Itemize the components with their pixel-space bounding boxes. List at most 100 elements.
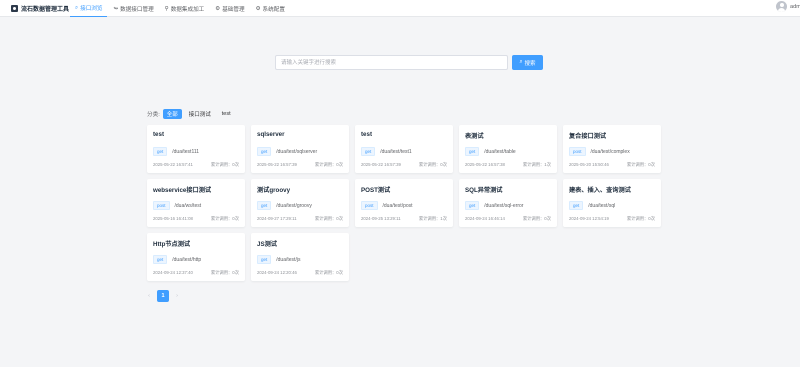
api-card-endpoint: get/dua/test/http bbox=[153, 255, 201, 264]
api-card-endpoint: get/dua/test/test1 bbox=[361, 147, 412, 156]
api-card[interactable]: JS测试 get/dua/test/js 2024-09-24 12:20:46 累计… bbox=[251, 233, 349, 281]
search-button[interactable]: ⌕ 搜索 bbox=[512, 55, 543, 70]
api-path: /dua/test/sql bbox=[588, 202, 616, 209]
api-call-count: 累计调用：0次 bbox=[314, 216, 343, 221]
search-button-label: 搜索 bbox=[524, 60, 536, 67]
nav-item-api-browse[interactable]: ⌕ 接口浏览 bbox=[70, 0, 108, 17]
next-page-button[interactable]: › bbox=[171, 290, 183, 302]
api-card-endpoint: post/dua/test/complex bbox=[569, 147, 630, 156]
api-created-time: 2025-05-16 16:41:08 bbox=[153, 216, 193, 221]
main-nav: ⌕ 接口浏览 ↬ 数据接口管理 ⚲ 数据集成加工 ⚙ 基础管理 ⚙ 系统配置 bbox=[70, 0, 291, 17]
api-call-count: 累计调用：1次 bbox=[522, 162, 551, 167]
api-card-footer: 2024-09-24 12:37:40 累计调用：0次 bbox=[153, 270, 239, 276]
api-card-endpoint: get/dua/test/js bbox=[257, 255, 300, 264]
api-card[interactable]: 建表、插入、查询测试 get/dua/test/sql 2024-09-24 12:… bbox=[563, 179, 661, 227]
api-card-title: 表测试 bbox=[465, 133, 484, 140]
api-created-time: 2024-09-24 12:37:40 bbox=[153, 270, 193, 275]
api-created-time: 2025-05-20 15:50:46 bbox=[569, 162, 609, 167]
api-card-endpoint: get/dua/test/sql bbox=[569, 201, 615, 210]
nav-item-base-manage[interactable]: ⚙ 基础管理 bbox=[210, 0, 249, 17]
api-card-title: test bbox=[153, 131, 165, 138]
nav-item-system-config[interactable]: ⚙ 系统配置 bbox=[251, 0, 290, 17]
http-method-badge: get bbox=[153, 255, 168, 264]
api-call-count: 累计调用：0次 bbox=[522, 216, 551, 221]
api-path: /dua/test/sqlserver bbox=[276, 148, 318, 155]
top-navbar: 流石数据管理工具 ⌕ 接口浏览 ↬ 数据接口管理 ⚲ 数据集成加工 ⚙ 基础管理… bbox=[0, 0, 800, 17]
api-card-title: Http节点测试 bbox=[153, 241, 191, 248]
api-card-title: sqlserver bbox=[257, 131, 285, 138]
api-card[interactable]: sqlserver get/dua/test/sqlserver 2025-05-2… bbox=[251, 125, 349, 173]
api-card[interactable]: 表测试 get/dua/test/table 2025-05-22 16:57:38… bbox=[459, 125, 557, 173]
api-path: /dua/test/table bbox=[484, 148, 516, 155]
http-method-badge: post bbox=[361, 201, 378, 210]
http-method-badge: get bbox=[465, 147, 480, 156]
api-created-time: 2024-09-25 13:29:11 bbox=[361, 216, 401, 221]
prev-page-button[interactable]: ‹ bbox=[143, 290, 155, 302]
api-path: /dua/test/js bbox=[276, 256, 301, 263]
api-call-count: 累计调用：0次 bbox=[314, 162, 343, 167]
api-card[interactable]: Http节点测试 get/dua/test/http 2024-09-24 12:3… bbox=[147, 233, 245, 281]
avatar[interactable] bbox=[776, 1, 787, 12]
page-number-current[interactable]: 1 bbox=[157, 290, 169, 302]
app-title: 流石数据管理工具 bbox=[21, 7, 70, 13]
api-card-endpoint: get/dua/test/sql-error bbox=[465, 201, 523, 210]
category-chip[interactable]: 接口测试 bbox=[185, 109, 215, 119]
api-path: /dua/test/sql-error bbox=[484, 202, 524, 209]
integration-icon: ⚲ bbox=[164, 5, 169, 12]
category-chip[interactable]: test bbox=[218, 109, 235, 119]
api-created-time: 2025-05-22 16:57:39 bbox=[257, 162, 297, 167]
api-path: /dua/test/complex bbox=[590, 148, 630, 155]
api-created-time: 2025-05-22 16:57:39 bbox=[361, 162, 401, 167]
nav-item-api-manage[interactable]: ↬ 数据接口管理 bbox=[108, 0, 158, 17]
api-created-time: 2024-09-24 12:20:46 bbox=[257, 270, 297, 275]
search-input[interactable] bbox=[275, 55, 508, 70]
api-card[interactable]: 复合接口测试 post/dua/test/complex 2025-05-20 15… bbox=[563, 125, 661, 173]
settings-icon: ⚙ bbox=[215, 5, 221, 12]
http-method-badge: get bbox=[257, 255, 272, 264]
http-method-badge: get bbox=[465, 201, 480, 210]
api-card[interactable]: test get/dua/test111 2025-05-22 16:57:41 累计… bbox=[147, 125, 245, 173]
nav-item-data-integration[interactable]: ⚲ 数据集成加工 bbox=[160, 0, 210, 17]
api-card-footer: 2025-05-22 16:57:39 累计调用：0次 bbox=[257, 162, 343, 168]
api-path: /dua/test/test1 bbox=[380, 148, 412, 155]
api-call-count: 累计调用：0次 bbox=[210, 270, 239, 275]
api-card[interactable]: 测试groovy get/dua/test/groovy 2024-09-27 17… bbox=[251, 179, 349, 227]
api-card[interactable]: POST测试 post/dua/test/post 2024-09-25 13:29… bbox=[355, 179, 453, 227]
api-card-endpoint: get/dua/test111 bbox=[153, 147, 199, 156]
nav-item-label: 数据接口管理 bbox=[120, 6, 154, 13]
api-call-count: 累计调用：0次 bbox=[210, 216, 239, 221]
api-card[interactable]: test get/dua/test/test1 2025-05-22 16:57:3… bbox=[355, 125, 453, 173]
http-method-badge: get bbox=[257, 147, 272, 156]
api-card-footer: 2025-05-16 16:41:08 累计调用：0次 bbox=[153, 216, 239, 222]
api-created-time: 2025-05-22 16:57:38 bbox=[465, 162, 505, 167]
api-card-title: 建表、插入、查询测试 bbox=[569, 187, 631, 194]
nav-item-label: 数据集成加工 bbox=[170, 6, 205, 13]
category-chip[interactable]: 全部 bbox=[162, 109, 182, 119]
http-method-badge: post bbox=[569, 147, 586, 156]
api-card-footer: 2024-09-25 13:29:11 累计调用：1次 bbox=[361, 216, 447, 222]
http-method-badge: get bbox=[361, 147, 376, 156]
api-created-time: 2025-05-22 16:57:41 bbox=[153, 162, 193, 167]
nav-item-label: 基础管理 bbox=[222, 6, 245, 13]
search-icon: ⌕ bbox=[75, 4, 79, 11]
api-card[interactable]: webservice接口测试 post/dua/ws/test 2025-05-16… bbox=[147, 179, 245, 227]
api-card-endpoint: get/dua/test/table bbox=[465, 147, 516, 156]
api-card-footer: 2025-05-20 15:50:46 累计调用：0次 bbox=[569, 162, 655, 168]
api-path: /dua/ws/test bbox=[174, 202, 202, 209]
link-icon: ↬ bbox=[113, 5, 119, 12]
user-menu[interactable]: admin bbox=[776, 1, 800, 12]
api-card-footer: 2025-05-22 16:57:38 累计调用：1次 bbox=[465, 162, 551, 168]
app-logo[interactable]: 流石数据管理工具 bbox=[11, 4, 69, 13]
api-card-footer: 2024-09-24 12:54:19 累计调用：0次 bbox=[569, 216, 655, 222]
api-card-title: 测试groovy bbox=[257, 187, 291, 194]
api-call-count: 累计调用：0次 bbox=[626, 162, 655, 167]
api-call-count: 累计调用：0次 bbox=[418, 162, 447, 167]
api-card[interactable]: SQL异常测试 get/dua/test/sql-error 2024-09-24 … bbox=[459, 179, 557, 227]
api-path: /dua/test/groovy bbox=[276, 202, 312, 209]
http-method-badge: post bbox=[153, 201, 170, 210]
api-card-footer: 2024-09-24 16:46:14 累计调用：0次 bbox=[465, 216, 551, 222]
search-icon: ⌕ bbox=[519, 59, 523, 65]
api-card-endpoint: get/dua/test/sqlserver bbox=[257, 147, 317, 156]
api-card-footer: 2025-05-22 16:57:39 累计调用：0次 bbox=[361, 162, 447, 168]
pagination: ‹ 1 › bbox=[143, 290, 185, 302]
